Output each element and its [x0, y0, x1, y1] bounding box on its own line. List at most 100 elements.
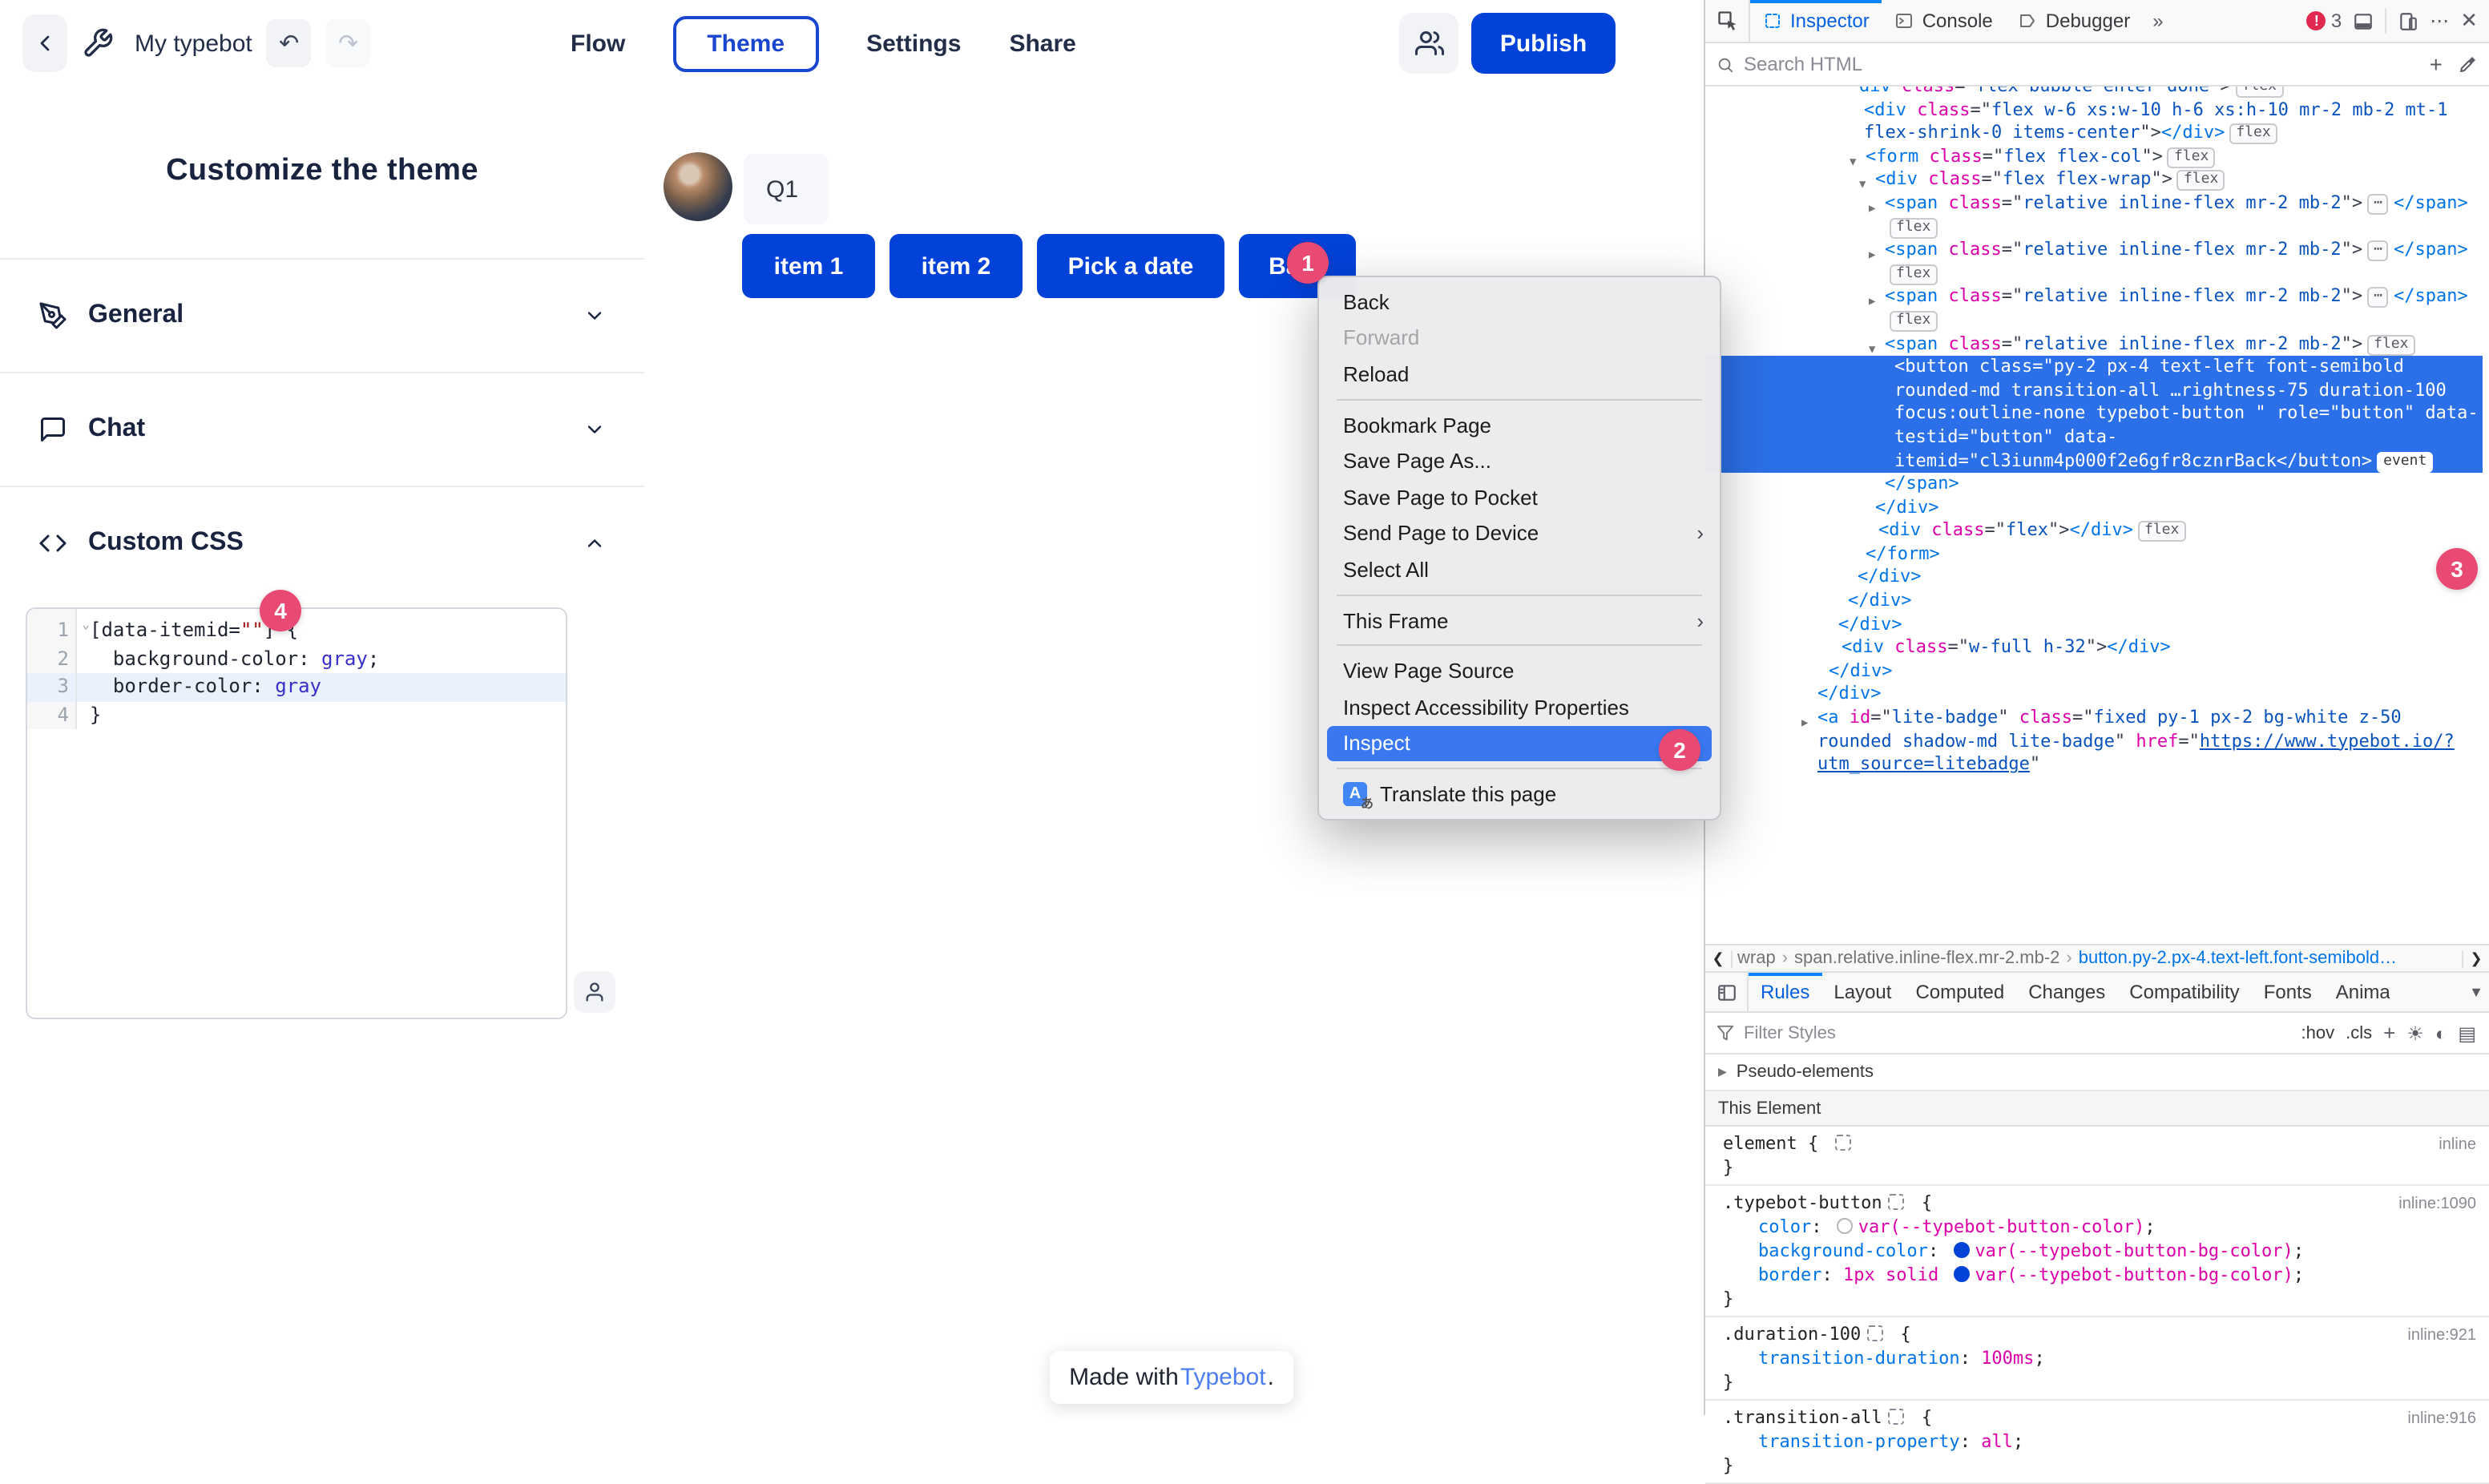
- devtools-tab-debugger[interactable]: Debugger: [2006, 0, 2143, 42]
- markup-line[interactable]: </div>: [1705, 613, 2483, 636]
- editor-line[interactable]: 2 background-color: gray;: [27, 645, 566, 673]
- eyedropper-icon[interactable]: [2459, 54, 2478, 74]
- back-button[interactable]: [22, 14, 67, 72]
- light-mode-icon[interactable]: ☀: [2406, 1023, 2424, 1042]
- add-node-icon[interactable]: +: [2430, 51, 2443, 77]
- css-declaration[interactable]: transition-property: all;: [1723, 1430, 2476, 1454]
- choice-button-item2[interactable]: item 2: [890, 234, 1023, 298]
- editor-line[interactable]: 4}: [27, 701, 566, 729]
- collapsed-children-icon[interactable]: ⋯: [2367, 240, 2389, 261]
- flex-badge[interactable]: flex: [2138, 522, 2185, 542]
- choice-button-item1[interactable]: item 1: [742, 234, 875, 298]
- css-rule[interactable]: .duration-100 {inline:921transition-dura…: [1705, 1317, 2489, 1401]
- selector-highlighter-icon[interactable]: [1889, 1194, 1905, 1210]
- flex-badge[interactable]: flex: [1890, 311, 1937, 332]
- choice-button-pick-a-date[interactable]: Pick a date: [1037, 234, 1224, 298]
- fold-chevron-icon[interactable]: ⌄: [82, 611, 90, 639]
- html-search-bar[interactable]: Search HTML +: [1705, 43, 2489, 87]
- collapsed-children-icon[interactable]: ⋯: [2367, 288, 2389, 308]
- custom-css-editor[interactable]: 1⌄[data-itemid=""] {2 background-color: …: [26, 607, 567, 1019]
- css-declaration[interactable]: border: 1px solid var(--typebot-button-b…: [1723, 1263, 2476, 1287]
- markup-line[interactable]: ▼<form class="flex flex-col">flex: [1705, 146, 2483, 169]
- markup-line[interactable]: div class="flex bubble enter done">flex: [1705, 87, 2483, 99]
- flex-badge[interactable]: flex: [2367, 334, 2414, 355]
- made-with-typebot-badge[interactable]: Made with Typebot .: [1050, 1351, 1293, 1404]
- css-declaration[interactable]: color: var(--typebot-button-color);: [1723, 1215, 2476, 1239]
- breadcrumb-next-icon[interactable]: ❯: [2462, 950, 2489, 967]
- element-picker-button[interactable]: [1705, 0, 1750, 42]
- menu-item-save-page-to-pocket[interactable]: Save Page to Pocket: [1319, 479, 1720, 515]
- markup-line[interactable]: </div>: [1705, 684, 2483, 707]
- tab-share[interactable]: Share: [1009, 30, 1075, 57]
- add-rule-icon[interactable]: +: [2383, 1021, 2395, 1045]
- markup-line[interactable]: ▶<span class="relative inline-flex mr-2 …: [1705, 192, 2483, 239]
- markup-line[interactable]: <button class="py-2 px-4 text-left font-…: [1705, 356, 2483, 473]
- tab-fonts[interactable]: Fonts: [2252, 973, 2324, 1011]
- markup-line[interactable]: <div class="w-full h-32"></div>: [1705, 637, 2483, 660]
- tab-rules[interactable]: Rules: [1749, 973, 1821, 1011]
- close-icon[interactable]: ✕: [2460, 8, 2478, 34]
- markup-line[interactable]: </div>: [1705, 660, 2483, 684]
- section-general[interactable]: General: [0, 258, 644, 372]
- section-chat[interactable]: Chat: [0, 372, 644, 486]
- twisty-icon[interactable]: ▶: [1869, 244, 1875, 267]
- filter-placeholder[interactable]: Filter Styles: [1744, 1023, 2290, 1042]
- flex-badge[interactable]: flex: [2168, 147, 2215, 168]
- css-rule[interactable]: .typebot-button {inline:1090color: var(-…: [1705, 1186, 2489, 1317]
- markup-line[interactable]: <div class="flex"></div>flex: [1705, 520, 2483, 543]
- css-declaration[interactable]: background-color: var(--typebot-button-b…: [1723, 1239, 2476, 1263]
- pseudo-elements-header[interactable]: ▶ Pseudo-elements: [1705, 1055, 2489, 1091]
- markup-line[interactable]: </div>: [1705, 496, 2483, 519]
- flex-badge[interactable]: flex: [2229, 123, 2277, 144]
- toggle-classes-button[interactable]: .cls: [2346, 1023, 2372, 1042]
- avatar-toggle-button[interactable]: [574, 971, 615, 1013]
- bot-title[interactable]: My typebot: [135, 30, 252, 57]
- tab-settings[interactable]: Settings: [866, 30, 961, 57]
- chevron-down-icon[interactable]: [583, 417, 606, 440]
- markup-line[interactable]: ▶<span class="relative inline-flex mr-2 …: [1705, 286, 2483, 333]
- markup-line[interactable]: ▶<span class="relative inline-flex mr-2 …: [1705, 239, 2483, 285]
- typebot-link[interactable]: Typebot: [1180, 1364, 1266, 1391]
- split-console-icon[interactable]: [2353, 10, 2374, 31]
- selector-highlighter-icon[interactable]: [1835, 1135, 1851, 1151]
- color-swatch-icon[interactable]: [1838, 1218, 1854, 1234]
- error-count-button[interactable]: ! 3: [2307, 10, 2342, 32]
- toggle-hover-button[interactable]: :hov: [2301, 1023, 2335, 1042]
- section-custom-css[interactable]: Custom CSS: [0, 486, 644, 599]
- menu-item-select-all[interactable]: Select All: [1319, 551, 1720, 587]
- tab-flow[interactable]: Flow: [571, 30, 625, 57]
- menu-item-save-page-as[interactable]: Save Page As...: [1319, 443, 1720, 479]
- tab-computed[interactable]: Computed: [1903, 973, 2016, 1011]
- collaborators-button[interactable]: [1399, 13, 1458, 74]
- flex-badge[interactable]: flex: [2236, 87, 2283, 98]
- menu-item-inspect[interactable]: Inspect: [1327, 725, 1712, 761]
- tab-layout[interactable]: Layout: [1821, 973, 1903, 1011]
- chevron-down-icon[interactable]: [583, 304, 606, 326]
- tabs-overflow-icon[interactable]: ▼: [2463, 973, 2489, 1011]
- event-badge[interactable]: event: [2377, 451, 2433, 472]
- flex-badge[interactable]: flex: [1890, 264, 1937, 285]
- markup-line[interactable]: ▼<span class="relative inline-flex mr-2 …: [1705, 333, 2483, 356]
- flex-badge[interactable]: flex: [1890, 217, 1937, 238]
- meatball-menu-icon[interactable]: ⋯: [2430, 10, 2449, 32]
- tab-theme[interactable]: Theme: [673, 15, 818, 71]
- tab-changes[interactable]: Changes: [2016, 973, 2117, 1011]
- menu-item-reload[interactable]: Reload: [1319, 356, 1720, 392]
- markup-line[interactable]: </div>: [1705, 567, 2483, 590]
- rule-source-link[interactable]: inline:1090: [2398, 1192, 2476, 1216]
- color-swatch-icon[interactable]: [1954, 1266, 1970, 1282]
- css-rule[interactable]: .transition-all {inline:916transition-pr…: [1705, 1401, 2489, 1484]
- pane-toggle-icon[interactable]: [1705, 973, 1749, 1011]
- breadcrumb-item[interactable]: wrap: [1737, 949, 1776, 968]
- menu-item-view-page-source[interactable]: View Page Source: [1319, 653, 1720, 689]
- twisty-icon[interactable]: ▶: [1869, 197, 1875, 220]
- redo-button[interactable]: ↷: [326, 19, 371, 67]
- markup-line[interactable]: </span>: [1705, 473, 2483, 496]
- flex-badge[interactable]: flex: [2177, 171, 2225, 192]
- responsive-mode-icon[interactable]: [2398, 10, 2418, 31]
- menu-item-translate-this-page[interactable]: AあTranslate this page: [1319, 776, 1720, 812]
- menu-item-bookmark-page[interactable]: Bookmark Page: [1319, 407, 1720, 443]
- print-simulation-icon[interactable]: ▤: [2458, 1023, 2476, 1042]
- breadcrumb-item[interactable]: span.relative.inline-flex.mr-2.mb-2: [1794, 949, 2059, 968]
- twisty-icon[interactable]: ▶: [1801, 712, 1808, 735]
